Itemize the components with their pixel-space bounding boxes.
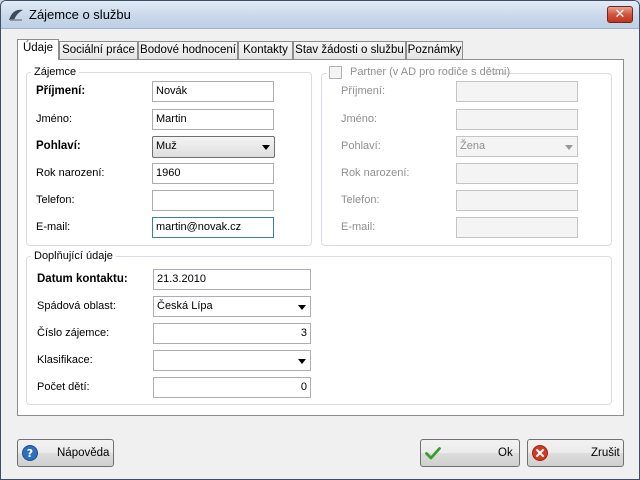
tab-stav-zadosti[interactable]: Stav žádosti o službu [293,41,406,59]
tab-kontakty[interactable]: Kontakty [238,41,293,59]
window-title: Zájemce o službu [29,7,131,22]
cancel-icon [532,445,548,461]
tab-label: Kontakty [243,44,288,56]
spadova-oblast-value: Česká Lípa [157,300,213,312]
spadova-oblast-label: Spádová oblast: [37,300,116,312]
chevron-down-icon [298,305,306,310]
svg-text:?: ? [27,447,33,460]
tab-udaje[interactable]: Údaje [17,39,59,60]
help-button-label: Nápověda [57,447,110,459]
pocet-deti-label: Počet dětí: [37,381,90,393]
ok-button[interactable]: Ok [420,439,520,467]
klasifikace-select[interactable] [153,350,311,371]
email-label: E-mail: [36,221,71,233]
pohlavi-value: Muž [156,140,177,152]
partner-pohlavi-label: Pohlaví: [341,140,381,152]
partner-legend: Partner (v AD pro rodiče s dětmi) [350,66,511,78]
chevron-down-icon [565,145,573,150]
prijmeni-input[interactable]: Novák [152,81,274,102]
spadova-oblast-select[interactable]: Česká Lípa [153,296,311,317]
tab-label: Stav žádosti o službu [295,44,404,56]
help-button[interactable]: ? Nápověda [17,439,114,467]
title-bar[interactable]: Zájemce o službu ✕ [1,1,639,29]
checkmark-icon [425,445,441,461]
tab-socialni-prace[interactable]: Sociální práce [59,41,138,59]
prijmeni-label: Příjmení: [36,85,86,97]
zajemce-legend: Zájemce [34,66,77,78]
partner-pohlavi-select[interactable]: Žena [456,136,578,157]
tab-label: Poznámky [407,44,462,56]
datum-kontaktu-input[interactable]: 21.3.2010 [153,269,311,290]
partner-rok-input[interactable] [456,163,578,184]
cislo-zajemce-label: Číslo zájemce: [37,327,110,339]
partner-prijmeni-label: Příjmení: [341,85,386,97]
partner-telefon-label: Telefon: [341,194,380,206]
pohlavi-label: Pohlaví: [36,140,81,152]
partner-checkbox[interactable] [329,66,342,79]
chevron-down-icon [262,145,270,150]
tab-label: Bodové hodnocení [140,44,236,56]
partner-email-label: E-mail: [341,221,376,233]
dialog-window: Zájemce o službu ✕ Údaje Sociální práce … [0,0,640,480]
partner-header: Partner (v AD pro rodiče s dětmi) [327,66,510,80]
tab-label: Údaje [22,42,54,54]
cislo-zajemce-input[interactable]: 3 [153,323,311,344]
close-button[interactable]: ✕ [607,6,633,23]
jmeno-input[interactable]: Martin [152,109,274,130]
partner-prijmeni-input[interactable] [456,81,578,102]
email-input[interactable]: martin@novak.cz [152,217,274,238]
partner-jmeno-input[interactable] [456,109,578,130]
partner-rok-label: Rok narození: [341,167,410,179]
doplnujici-legend: Doplňující údaje [34,250,113,262]
partner-telefon-input[interactable] [456,190,578,211]
tab-poznamky[interactable]: Poznámky [406,41,463,59]
app-icon [8,8,24,22]
rok-narozeni-input[interactable]: 1960 [152,163,274,184]
partner-email-input[interactable] [456,217,578,238]
tab-bodove-hodnoceni[interactable]: Bodové hodnocení [138,41,238,59]
telefon-input[interactable] [152,190,274,211]
partner-pohlavi-value: Žena [460,140,486,152]
ok-button-label: Ok [498,447,513,459]
pohlavi-select[interactable]: Muž [152,136,275,158]
cancel-button[interactable]: Zrušit [527,439,624,467]
pocet-deti-input[interactable]: 0 [153,377,311,398]
tab-label: Sociální práce [62,44,135,56]
telefon-label: Telefon: [36,194,75,206]
klasifikace-label: Klasifikace: [37,354,93,366]
cancel-button-label: Zrušit [591,447,620,459]
datum-kontaktu-label: Datum kontaktu: [37,273,128,285]
jmeno-label: Jméno: [36,113,73,125]
chevron-down-icon [298,359,306,364]
rok-narozeni-label: Rok narození: [36,167,105,179]
partner-jmeno-label: Jméno: [341,113,378,125]
close-icon: ✕ [614,7,626,22]
help-icon: ? [22,445,38,461]
